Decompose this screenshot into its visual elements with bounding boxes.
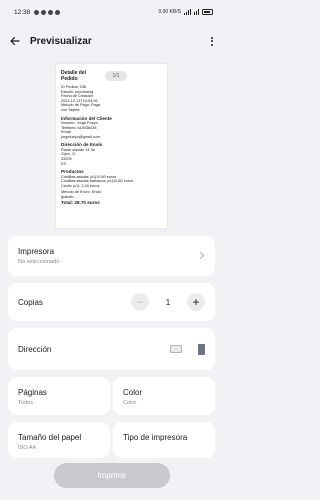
copies-stepper: − 1 + bbox=[131, 293, 205, 311]
printer-selector[interactable]: Impresora No seleccionado bbox=[8, 236, 215, 276]
printer-type-label: Tipo de impresora bbox=[123, 433, 188, 442]
wifi-icon bbox=[193, 9, 199, 15]
notification-icon bbox=[55, 9, 61, 15]
paper-size-selector[interactable]: Tamaño del papel ISO A4 bbox=[8, 422, 110, 458]
orientation-row: Dirección bbox=[8, 328, 215, 370]
status-time: 12:38 bbox=[14, 8, 31, 16]
print-preview-page: Detalle del Pedido 1/1 ID Pedido: 236 Est… bbox=[56, 64, 167, 228]
color-label: Color bbox=[123, 388, 143, 397]
paper-size-value: ISO A4 bbox=[18, 445, 36, 451]
color-selector[interactable]: Color Color bbox=[113, 377, 215, 415]
preview-line: con Tarjeta bbox=[61, 107, 80, 112]
order-total: Total: 28.70 euros bbox=[61, 199, 100, 205]
app-bar: Previsualizar bbox=[0, 28, 223, 54]
notification-icon bbox=[41, 9, 47, 15]
pages-label: Páginas bbox=[18, 388, 47, 397]
increment-button[interactable]: + bbox=[187, 293, 205, 311]
copies-value: 1 bbox=[165, 297, 171, 307]
copies-label: Copias bbox=[18, 297, 43, 307]
more-vert-icon bbox=[211, 36, 213, 39]
arrow-back-icon bbox=[10, 36, 20, 46]
preview-line: gratuito bbox=[61, 194, 74, 199]
printer-type-selector[interactable]: Tipo de impresora bbox=[113, 422, 215, 458]
client-info: Nombre: Jorge Fueyo Teléfono: 615038438 Em… bbox=[61, 121, 162, 139]
paper-size-label: Tamaño del papel bbox=[18, 433, 82, 442]
print-button[interactable]: Imprimir bbox=[54, 463, 170, 488]
back-button[interactable] bbox=[2, 28, 28, 54]
more-options-button[interactable] bbox=[201, 28, 223, 54]
printer-value: No seleccionado bbox=[18, 259, 60, 265]
network-speed: 0,00 KB/S bbox=[158, 9, 181, 15]
portrait-option[interactable] bbox=[198, 343, 205, 355]
pages-selector[interactable]: Páginas Todos bbox=[8, 377, 110, 415]
products-list: Costillas asadas (x1)10.60 euros Costilla… bbox=[61, 175, 162, 189]
order-info: ID Pedido: 236 Estado: processing Fecha de… bbox=[61, 85, 162, 113]
landscape-option[interactable] bbox=[170, 345, 182, 353]
orientation-label: Dirección bbox=[18, 344, 52, 354]
pages-value: Todos bbox=[18, 400, 33, 406]
signal-icon bbox=[183, 9, 191, 15]
preview-line: jorgefueyo@gmail.com bbox=[61, 134, 100, 139]
address-info: Padre olavide 14 3b Gijón, O 33209 ES bbox=[61, 148, 162, 166]
decrement-button[interactable]: − bbox=[131, 293, 149, 311]
color-value: Color bbox=[123, 400, 137, 406]
preview-line: Criollo (x1): 2.40 euros bbox=[61, 183, 100, 188]
printer-label: Impresora bbox=[18, 247, 55, 256]
preview-line: ES bbox=[61, 161, 67, 166]
page-indicator: 1/1 bbox=[105, 71, 127, 81]
shipping-info: Método de Envío: Envío gratuito bbox=[61, 190, 162, 199]
battery-icon bbox=[202, 9, 213, 15]
preview-title: Detalle del Pedido bbox=[61, 70, 87, 82]
status-bar: 12:38 0,00 KB/S bbox=[0, 0, 223, 24]
copies-row: Copias − 1 + bbox=[8, 283, 215, 321]
notification-icon bbox=[48, 9, 54, 15]
page-title: Previsualizar bbox=[30, 35, 92, 47]
notification-icon bbox=[34, 9, 40, 15]
